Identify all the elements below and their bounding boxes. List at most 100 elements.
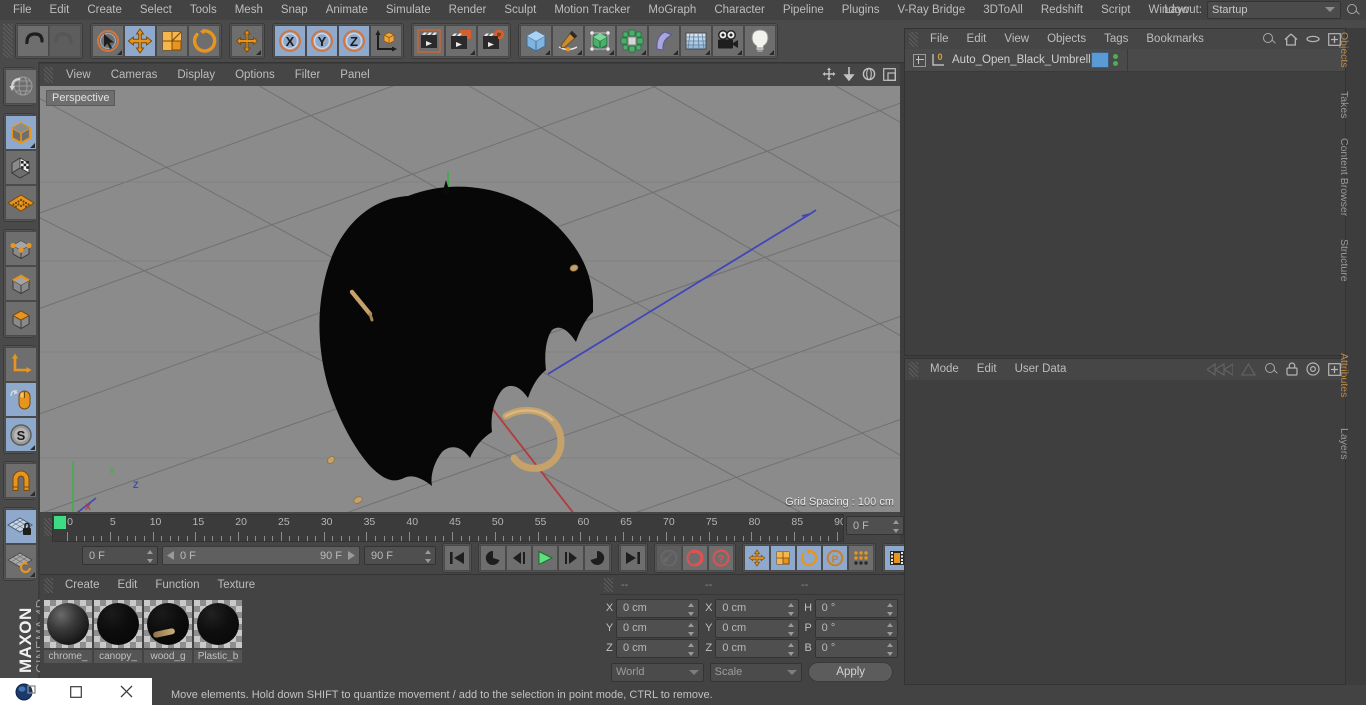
material-item[interactable]: canopy_: [94, 600, 142, 663]
size-z-field[interactable]: 0 cm: [715, 638, 799, 658]
search-icon[interactable]: [1262, 32, 1276, 46]
stepper-arrows-icon[interactable]: [787, 642, 795, 656]
render-settings-button[interactable]: [477, 25, 509, 57]
attribute-manager-grip[interactable]: [909, 362, 918, 377]
zoom-view-icon[interactable]: [843, 67, 855, 81]
record-scale-button[interactable]: [770, 545, 796, 571]
undo-button[interactable]: [17, 25, 49, 57]
coordinates-grip[interactable]: [604, 577, 613, 592]
x-axis-button[interactable]: X: [274, 25, 306, 57]
position-y-field[interactable]: 0 cm: [616, 618, 700, 638]
play-button[interactable]: [532, 545, 558, 571]
material-item[interactable]: Plastic_b: [194, 600, 242, 663]
preview-range-slider[interactable]: 0 F 90 F: [162, 546, 360, 565]
layout-select[interactable]: Startup: [1207, 1, 1341, 19]
menu-item-vray-bridge[interactable]: V-Ray Bridge: [888, 0, 974, 20]
history-back-icon[interactable]: [1207, 362, 1233, 376]
apply-button[interactable]: Apply: [808, 662, 894, 682]
rotation-h-field[interactable]: 0 °: [814, 598, 898, 618]
redo-button[interactable]: [49, 25, 81, 57]
viewport-menu-panel[interactable]: Panel: [330, 64, 379, 86]
add-light-button[interactable]: [744, 25, 776, 57]
stepper-arrows-icon[interactable]: [688, 602, 695, 616]
position-x-field[interactable]: 0 cm: [616, 598, 700, 618]
snap-button[interactable]: [5, 463, 37, 498]
render-view-button[interactable]: [413, 25, 445, 57]
search-icon[interactable]: [1346, 3, 1360, 17]
viewport-menu-view[interactable]: View: [56, 64, 101, 86]
object-row[interactable]: 0 Auto_Open_Black_Umbrella: [905, 49, 1345, 72]
add-scene-object-button[interactable]: [680, 25, 712, 57]
stepper-arrows-icon[interactable]: [886, 622, 894, 636]
range-right-arrow-icon[interactable]: [346, 551, 355, 560]
close-window-button[interactable]: [101, 685, 152, 698]
menu-item-select[interactable]: Select: [131, 0, 181, 20]
tab-content-browser[interactable]: Content Browser: [1338, 134, 1366, 232]
object-menu-tags[interactable]: Tags: [1095, 29, 1137, 49]
menu-item-script[interactable]: Script: [1092, 0, 1139, 20]
size-y-field[interactable]: 0 cm: [715, 618, 799, 638]
stepper-arrows-icon[interactable]: [787, 622, 795, 636]
viewport-solo-button[interactable]: [5, 382, 37, 417]
material-swatch[interactable]: [144, 600, 192, 648]
history-forward-icon[interactable]: [1241, 362, 1256, 376]
material-swatch[interactable]: [194, 600, 242, 648]
menu-item-plugins[interactable]: Plugins: [833, 0, 889, 20]
menu-item-simulate[interactable]: Simulate: [377, 0, 440, 20]
previous-frame-button[interactable]: [506, 545, 532, 571]
stepper-arrows-icon[interactable]: [886, 602, 894, 616]
add-modeling-object-button[interactable]: [616, 25, 648, 57]
menu-item-redshift[interactable]: Redshift: [1032, 0, 1092, 20]
attribute-menu-mode[interactable]: Mode: [921, 359, 968, 380]
object-manager-grip[interactable]: [909, 31, 918, 47]
add-deformer-button[interactable]: [648, 25, 680, 57]
material-item[interactable]: wood_g: [144, 600, 192, 663]
tab-attributes[interactable]: Attributes: [1338, 349, 1366, 421]
stepper-arrows-icon[interactable]: [886, 642, 894, 656]
animation-start-field[interactable]: 0 F: [82, 546, 158, 565]
live-selection-button[interactable]: [92, 25, 124, 57]
stepper-arrows-icon[interactable]: [688, 642, 695, 656]
add-cube-button[interactable]: [520, 25, 552, 57]
model-mode-button[interactable]: [5, 115, 37, 150]
tab-layers[interactable]: Layers: [1338, 424, 1366, 472]
perspective-viewport[interactable]: Perspective Grid Spacing : 100 cm Y Z X: [40, 86, 900, 512]
menu-item-mesh[interactable]: Mesh: [226, 0, 272, 20]
rotate-button[interactable]: [188, 25, 220, 57]
menu-item-motion-tracker[interactable]: Motion Tracker: [545, 0, 639, 20]
object-name[interactable]: Auto_Open_Black_Umbrella: [952, 54, 1097, 66]
add-camera-button[interactable]: [712, 25, 744, 57]
rotation-b-field[interactable]: 0 °: [814, 638, 898, 658]
coordinate-system-button[interactable]: [370, 25, 402, 57]
object-menu-bookmarks[interactable]: Bookmarks: [1137, 29, 1213, 49]
render-picture-viewer-button[interactable]: [445, 25, 477, 57]
workplane-button[interactable]: [5, 185, 37, 220]
attribute-menu-user-data[interactable]: User Data: [1006, 359, 1076, 380]
move-button[interactable]: [124, 25, 156, 57]
expand-toggle-icon[interactable]: [913, 53, 926, 67]
tab-structure[interactable]: Structure: [1338, 235, 1366, 299]
rotate-view-icon[interactable]: [862, 67, 876, 81]
stepper-arrows-icon[interactable]: [425, 550, 432, 563]
stepper-arrows-icon[interactable]: [688, 622, 695, 636]
previous-key-button[interactable]: [480, 545, 506, 571]
record-parameter-button[interactable]: [848, 545, 874, 571]
current-frame-marker[interactable]: [54, 516, 66, 529]
range-left-arrow-icon[interactable]: [167, 551, 176, 560]
autokeying-button[interactable]: [682, 545, 708, 571]
go-to-end-button[interactable]: [620, 545, 646, 571]
object-menu-file[interactable]: File: [921, 29, 958, 49]
viewport-menu-options[interactable]: Options: [225, 64, 285, 86]
position-z-field[interactable]: 0 cm: [616, 638, 700, 658]
material-grip[interactable]: [44, 577, 53, 593]
record-pla-button[interactable]: P: [822, 545, 848, 571]
material-menu-edit[interactable]: Edit: [109, 575, 147, 595]
size-x-field[interactable]: 0 cm: [715, 598, 799, 618]
timeline-ruler[interactable]: 0 5 10 15 20 25 30 35 40 45 50 55 60 65 70 75 80 85 90: [52, 514, 844, 542]
current-frame-field[interactable]: 0 F: [846, 516, 904, 535]
menu-item-animate[interactable]: Animate: [317, 0, 377, 20]
menu-item-mograph[interactable]: MoGraph: [639, 0, 705, 20]
y-axis-button[interactable]: Y: [306, 25, 338, 57]
edges-mode-button[interactable]: [5, 266, 37, 301]
rotation-p-field[interactable]: 0 °: [814, 618, 898, 638]
